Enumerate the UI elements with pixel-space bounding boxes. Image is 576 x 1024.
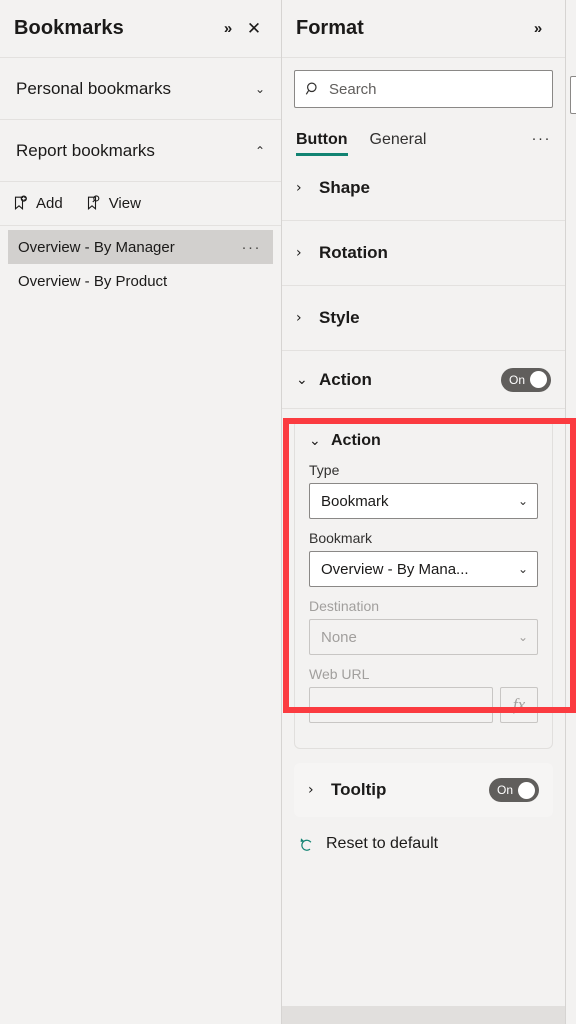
view-bookmark-label: View bbox=[108, 195, 141, 212]
accordion-action-label: Action bbox=[319, 369, 372, 389]
web-url-row: fx bbox=[309, 687, 538, 723]
format-tabs: Button General ··· bbox=[282, 116, 565, 156]
chevron-right-icon: › bbox=[308, 782, 314, 798]
field-type-label: Type bbox=[309, 462, 340, 478]
chevron-down-icon: ⌄ bbox=[309, 433, 321, 449]
action-card-label: Action bbox=[331, 432, 381, 449]
add-bookmark-button[interactable]: Add bbox=[12, 195, 63, 212]
tooltip-toggle-label: On bbox=[497, 783, 514, 797]
format-pane: Format » Button General ··· bbox=[282, 0, 565, 1024]
web-url-input bbox=[309, 687, 493, 723]
field-web-url-label: Web URL bbox=[309, 666, 370, 682]
accordion-style-label: Style bbox=[319, 308, 360, 327]
search-input[interactable] bbox=[329, 80, 542, 98]
chevron-right-icon: › bbox=[296, 180, 302, 196]
double-chevron-right-icon[interactable]: » bbox=[215, 16, 241, 42]
type-dropdown[interactable]: Bookmark ⌄ bbox=[309, 483, 538, 519]
field-destination-label: Destination bbox=[309, 598, 380, 614]
toggle-knob bbox=[530, 371, 547, 388]
bookmark-item-overview-by-product[interactable]: Overview - By Product bbox=[8, 264, 273, 298]
destination-dropdown: None ⌄ bbox=[309, 619, 538, 655]
action-card-header[interactable]: ⌄ Action bbox=[309, 432, 538, 450]
adjacent-pane-input-sliver bbox=[570, 76, 576, 114]
undo-arrow-icon bbox=[298, 836, 315, 853]
toggle-knob bbox=[518, 781, 535, 799]
accordion-tooltip-label: Tooltip bbox=[331, 780, 387, 799]
format-header: Format » bbox=[282, 0, 565, 58]
section-report-bookmarks[interactable]: Report bookmarks ⌃ bbox=[0, 120, 281, 182]
section-personal-bookmarks[interactable]: Personal bookmarks ⌄ bbox=[0, 58, 281, 120]
search-box[interactable] bbox=[294, 70, 553, 108]
chevron-down-icon: ⌄ bbox=[517, 494, 528, 508]
destination-dropdown-value: None bbox=[321, 628, 357, 646]
accordion-style[interactable]: › Style bbox=[282, 286, 565, 351]
tab-button[interactable]: Button bbox=[296, 131, 348, 156]
bookmarks-header: Bookmarks » ✕ bbox=[0, 0, 281, 58]
field-destination: Destination None ⌄ bbox=[309, 598, 538, 655]
format-title: Format bbox=[296, 17, 364, 39]
power-bi-panes: Bookmarks » ✕ Personal bookmarks ⌄ Repor… bbox=[0, 0, 576, 1024]
bookmarks-list: Overview - By Manager ··· Overview - By … bbox=[0, 226, 281, 298]
chevron-down-icon: ⌄ bbox=[517, 630, 528, 644]
tooltip-toggle[interactable]: On bbox=[489, 778, 539, 802]
chevron-right-icon: › bbox=[296, 245, 302, 261]
accordion-shape[interactable]: › Shape bbox=[282, 156, 565, 221]
reset-to-default-label: Reset to default bbox=[326, 835, 439, 852]
tab-general[interactable]: General bbox=[370, 131, 427, 156]
chevron-down-icon: ⌄ bbox=[517, 562, 528, 576]
tabs-more-icon[interactable]: ··· bbox=[532, 130, 552, 156]
field-type: Type Bookmark ⌄ bbox=[309, 462, 538, 519]
action-card-container: ⌄ Action Type Bookmark ⌄ Bookmark Overvi… bbox=[282, 409, 565, 749]
adjacent-pane-sliver bbox=[565, 0, 576, 1024]
view-bookmark-button[interactable]: View bbox=[85, 195, 141, 212]
search-container bbox=[282, 58, 565, 116]
bookmark-view-icon bbox=[85, 195, 102, 212]
accordion-tooltip[interactable]: › Tooltip On bbox=[294, 763, 553, 817]
bookmark-item-overview-by-manager[interactable]: Overview - By Manager ··· bbox=[8, 230, 273, 264]
bookmark-more-options-icon[interactable]: ··· bbox=[242, 239, 264, 256]
action-card: ⌄ Action Type Bookmark ⌄ Bookmark Overvi… bbox=[294, 419, 553, 749]
close-icon[interactable]: ✕ bbox=[241, 16, 267, 42]
action-toggle[interactable]: On bbox=[501, 367, 551, 392]
accordion-rotation-label: Rotation bbox=[319, 243, 388, 262]
bookmark-item-label: Overview - By Product bbox=[18, 272, 168, 290]
reset-to-default-button[interactable]: Reset to default bbox=[282, 817, 565, 853]
chevron-right-icon: › bbox=[296, 310, 302, 326]
search-icon bbox=[305, 81, 321, 97]
bookmark-dropdown[interactable]: Overview - By Mana... ⌄ bbox=[309, 551, 538, 587]
type-dropdown-value: Bookmark bbox=[321, 492, 389, 510]
add-bookmark-label: Add bbox=[36, 195, 63, 212]
section-report-bookmarks-label: Report bookmarks bbox=[16, 140, 155, 160]
tooltip-card-container: › Tooltip On bbox=[282, 749, 565, 817]
chevron-up-icon[interactable]: ⌃ bbox=[255, 144, 265, 158]
fx-button: fx bbox=[500, 687, 538, 723]
field-bookmark: Bookmark Overview - By Mana... ⌄ bbox=[309, 530, 538, 587]
field-bookmark-label: Bookmark bbox=[309, 530, 373, 546]
section-personal-bookmarks-label: Personal bookmarks bbox=[16, 78, 171, 98]
bookmark-add-icon bbox=[12, 195, 29, 212]
bookmarks-pane: Bookmarks » ✕ Personal bookmarks ⌄ Repor… bbox=[0, 0, 282, 1024]
bookmark-dropdown-value: Overview - By Mana... bbox=[321, 560, 469, 578]
pane-footer-band bbox=[282, 1006, 565, 1024]
accordion-shape-label: Shape bbox=[319, 178, 371, 197]
bookmark-item-label: Overview - By Manager bbox=[18, 238, 175, 256]
accordion-action[interactable]: ⌄ Action On bbox=[282, 351, 565, 409]
accordion-rotation[interactable]: › Rotation bbox=[282, 221, 565, 286]
bookmarks-toolbar: Add View bbox=[0, 182, 281, 226]
action-toggle-label: On bbox=[509, 372, 526, 387]
field-web-url: Web URL fx bbox=[309, 666, 538, 723]
format-sections: › Shape › Rotation › Style ⌄ Action On ⌄… bbox=[282, 156, 565, 1024]
chevron-down-icon[interactable]: ⌄ bbox=[255, 82, 265, 96]
double-chevron-right-icon[interactable]: » bbox=[525, 16, 551, 42]
bookmarks-title: Bookmarks bbox=[14, 17, 124, 39]
chevron-down-icon: ⌄ bbox=[296, 371, 308, 388]
